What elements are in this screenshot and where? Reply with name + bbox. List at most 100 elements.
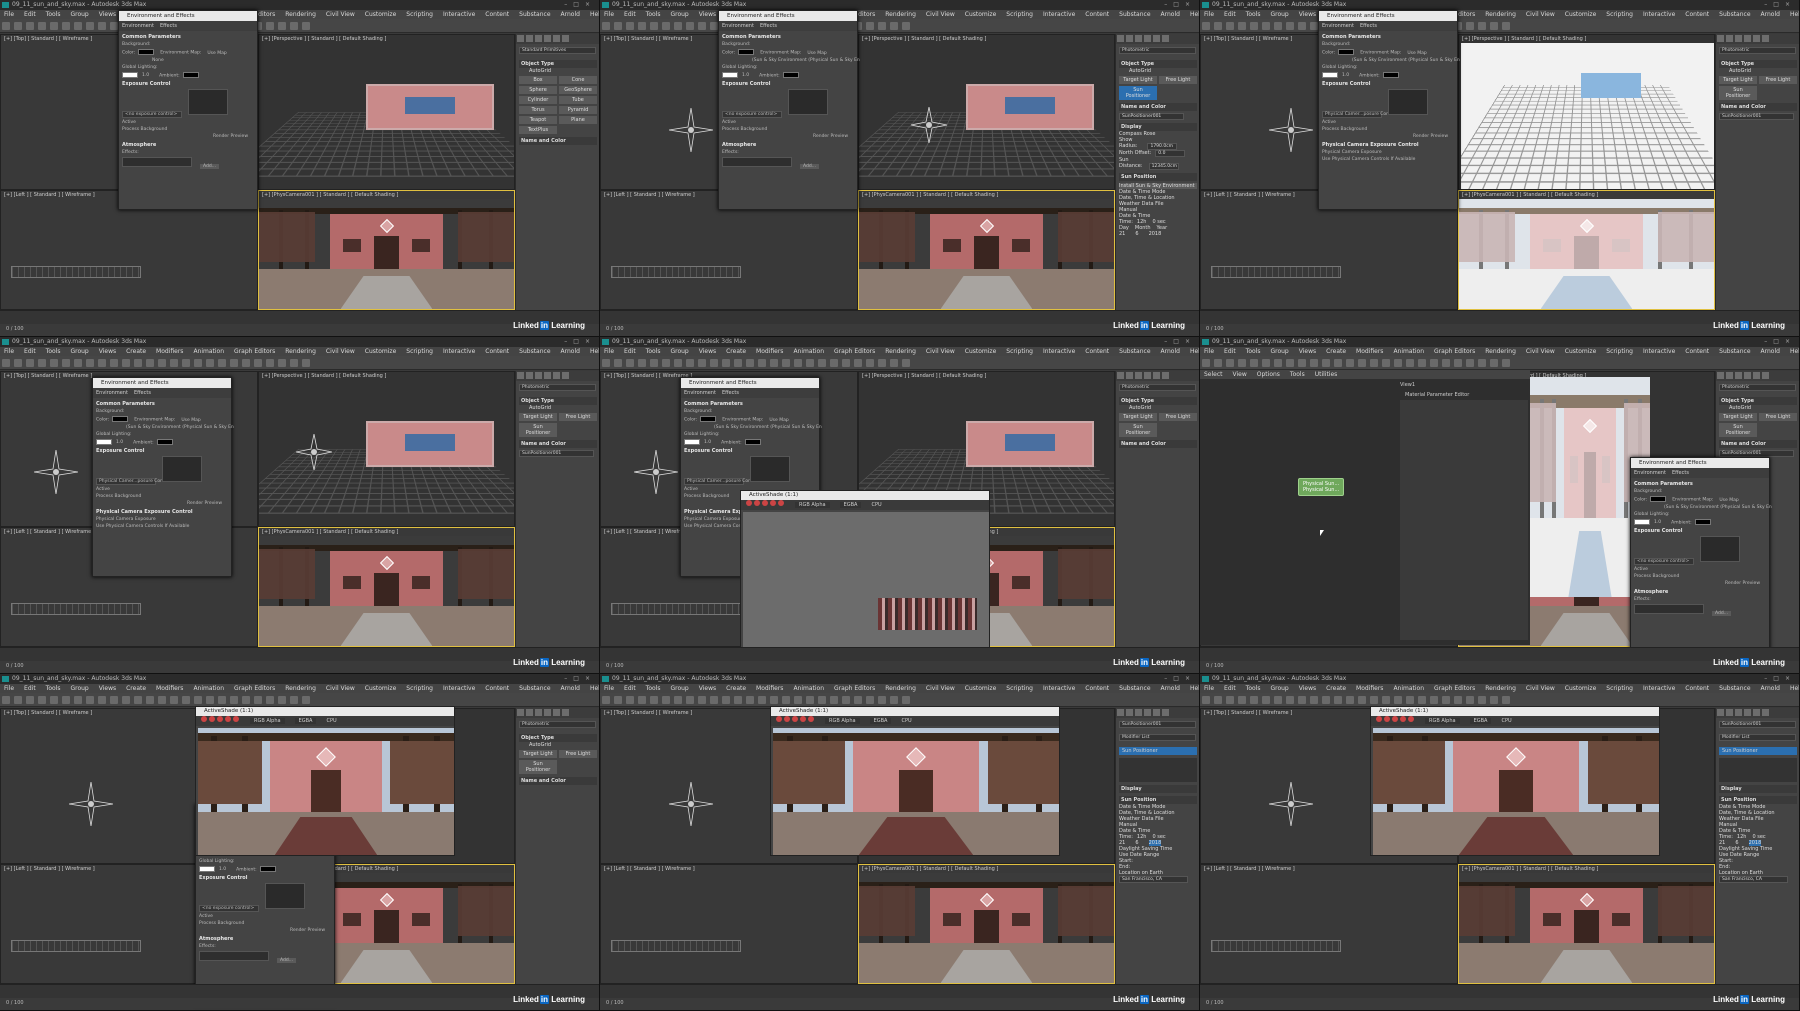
display-tab-icon[interactable] — [1153, 709, 1160, 716]
time-slider[interactable] — [600, 310, 1199, 324]
autogrid-checkbox[interactable]: AutoGrid — [1729, 405, 1797, 411]
viewport-perspective[interactable]: [+] [Perspective ] [ Standard ] [ Defaul… — [258, 371, 515, 527]
motion-tab-icon[interactable] — [1144, 35, 1151, 42]
category-dropdown[interactable]: Photometric — [1119, 384, 1196, 391]
process-bg-checkbox[interactable]: Process Background — [1634, 574, 1766, 579]
viewport-camera[interactable]: [+] [PhysCamera001 ] [ Standard ] [ Defa… — [858, 190, 1115, 310]
render-preview-button[interactable]: Render Preview — [1634, 581, 1760, 586]
schematic-icon[interactable] — [254, 696, 262, 704]
mode-dropdown[interactable]: EGBA — [839, 502, 862, 508]
free-light-button[interactable]: Free Light — [559, 750, 597, 758]
menu-edit[interactable]: Edit — [24, 11, 36, 18]
rollout-header[interactable]: Name and Color — [519, 137, 597, 145]
menu-substance[interactable]: Substance — [1719, 11, 1750, 18]
env-map-slot[interactable]: None — [152, 58, 254, 63]
bind-icon[interactable] — [650, 359, 658, 367]
clone-icon[interactable] — [792, 716, 798, 722]
render-icon[interactable] — [302, 696, 310, 704]
exposure-dropdown[interactable]: Physical Camer...posure Control — [96, 478, 171, 485]
tab-environment[interactable]: Environment — [1634, 470, 1666, 476]
tint-swatch[interactable] — [1634, 518, 1650, 525]
window-icon[interactable] — [698, 696, 706, 704]
material-icon[interactable] — [266, 359, 274, 367]
slate-view-tab[interactable]: View1 — [1400, 382, 1415, 388]
save-image-icon[interactable] — [776, 716, 782, 722]
modifier-list-dropdown[interactable]: Modifier List — [1719, 734, 1796, 741]
minimize-icon[interactable]: – — [564, 675, 573, 682]
menu-substance[interactable]: Substance — [519, 11, 550, 18]
create-tab-icon[interactable] — [1117, 35, 1124, 42]
category-dropdown[interactable]: Photometric — [1119, 47, 1196, 54]
compass-rose-icon[interactable] — [69, 782, 113, 826]
process-bg-checkbox[interactable]: Process Background — [96, 494, 228, 499]
render-setup-icon[interactable] — [878, 696, 886, 704]
layer-icon[interactable] — [230, 359, 238, 367]
menu-tools[interactable]: Tools — [1246, 685, 1261, 692]
menu-content[interactable]: Content — [485, 348, 509, 355]
move-icon[interactable] — [1310, 359, 1318, 367]
unlink-icon[interactable] — [38, 22, 46, 30]
target-light-button[interactable]: Target Light — [1719, 76, 1757, 84]
primitive-button[interactable]: Sphere — [519, 86, 557, 94]
category-dropdown[interactable]: Standard Primitives — [519, 47, 596, 54]
hierarchy-tab-icon[interactable] — [535, 35, 542, 42]
menu-graph-editors[interactable]: Graph Editors — [1434, 685, 1475, 692]
sun-positioner-button[interactable]: Sun Positioner — [519, 423, 557, 437]
time-slider[interactable] — [0, 647, 599, 661]
viewport-label[interactable]: [+] [Perspective ] [ Standard ] [ Defaul… — [262, 373, 386, 379]
viewport-label[interactable]: [+] [Top] [ Standard ] [ Wireframe ] — [1204, 710, 1292, 716]
viewport-label[interactable]: [+] [Top] [ Standard ] [ Wireframe ] — [604, 373, 692, 379]
minimize-icon[interactable]: – — [1164, 1, 1173, 8]
curve-icon[interactable] — [842, 696, 850, 704]
menu-interactive[interactable]: Interactive — [1043, 348, 1075, 355]
menu-views[interactable]: Views — [1299, 348, 1316, 355]
percent-snap-icon[interactable] — [782, 359, 790, 367]
environment-effects-dialog[interactable]: Environment and Effects Environment Effect… — [92, 377, 234, 577]
maximize-icon[interactable]: □ — [1173, 338, 1185, 345]
viewport-label[interactable]: [+] [Perspective ] [ Standard ] [ Defaul… — [862, 36, 986, 42]
bind-icon[interactable] — [1250, 696, 1258, 704]
layer-icon[interactable] — [230, 696, 238, 704]
window-icon[interactable] — [98, 22, 106, 30]
menu-help[interactable]: Help — [1190, 348, 1199, 355]
menu-content[interactable]: Content — [485, 11, 509, 18]
render-icon[interactable] — [1502, 359, 1510, 367]
menu-arnold[interactable]: Arnold — [561, 11, 580, 18]
viewport-camera[interactable]: [+] [PhysCamera001 ] [ Standard ] [ Defa… — [858, 864, 1115, 984]
menu-rendering[interactable]: Rendering — [1485, 11, 1516, 18]
menu-tools[interactable]: Tools — [46, 11, 61, 18]
section-header[interactable]: Exposure Control — [1634, 528, 1766, 534]
snap-icon[interactable] — [758, 359, 766, 367]
viewport-label[interactable]: [+] [Perspective ] [ Standard ] [ Defaul… — [1462, 36, 1586, 42]
modify-tab-icon[interactable] — [1726, 35, 1733, 42]
material-icon[interactable] — [1466, 696, 1474, 704]
autogrid-checkbox[interactable]: AutoGrid — [1129, 68, 1197, 74]
menu-help[interactable]: Help — [1190, 11, 1199, 18]
minimize-icon[interactable]: – — [564, 338, 573, 345]
viewport-perspective[interactable]: [+] [Perspective ] [ Standard ] [ Defaul… — [858, 34, 1115, 190]
pce-use-checkbox[interactable]: Use Physical Camera Controls If Availabl… — [96, 524, 228, 529]
select-icon[interactable] — [1262, 359, 1270, 367]
use-map-checkbox[interactable]: Use Map — [807, 51, 826, 56]
menu-animation[interactable]: Animation — [193, 348, 224, 355]
rollout-header[interactable]: Sun Position — [1119, 796, 1197, 804]
motion-tab-icon[interactable] — [544, 372, 551, 379]
menu-create[interactable]: Create — [726, 685, 746, 692]
menu-tools[interactable]: Tools — [1246, 11, 1261, 18]
modify-tab-icon[interactable] — [526, 35, 533, 42]
sun-positioner-button[interactable]: Sun Positioner — [1119, 86, 1157, 100]
menu-modifiers[interactable]: Modifiers — [156, 685, 183, 692]
render-preview-button[interactable]: Render Preview — [96, 501, 222, 506]
redo-icon[interactable] — [14, 696, 22, 704]
maximize-icon[interactable]: □ — [573, 1, 585, 8]
window-icon[interactable] — [1298, 696, 1306, 704]
distance-spinner[interactable]: 12345.0cm — [1148, 163, 1179, 170]
menu-customize[interactable]: Customize — [965, 11, 997, 18]
material-icon[interactable] — [1466, 359, 1474, 367]
tab-environment[interactable]: Environment — [684, 390, 716, 396]
menu-help[interactable]: Help — [590, 11, 599, 18]
compass-rose-icon[interactable] — [669, 108, 713, 152]
primitive-button[interactable]: TextPlus — [519, 126, 557, 134]
menu-civil-view[interactable]: Civil View — [926, 11, 955, 18]
menu-content[interactable]: Content — [1085, 348, 1109, 355]
